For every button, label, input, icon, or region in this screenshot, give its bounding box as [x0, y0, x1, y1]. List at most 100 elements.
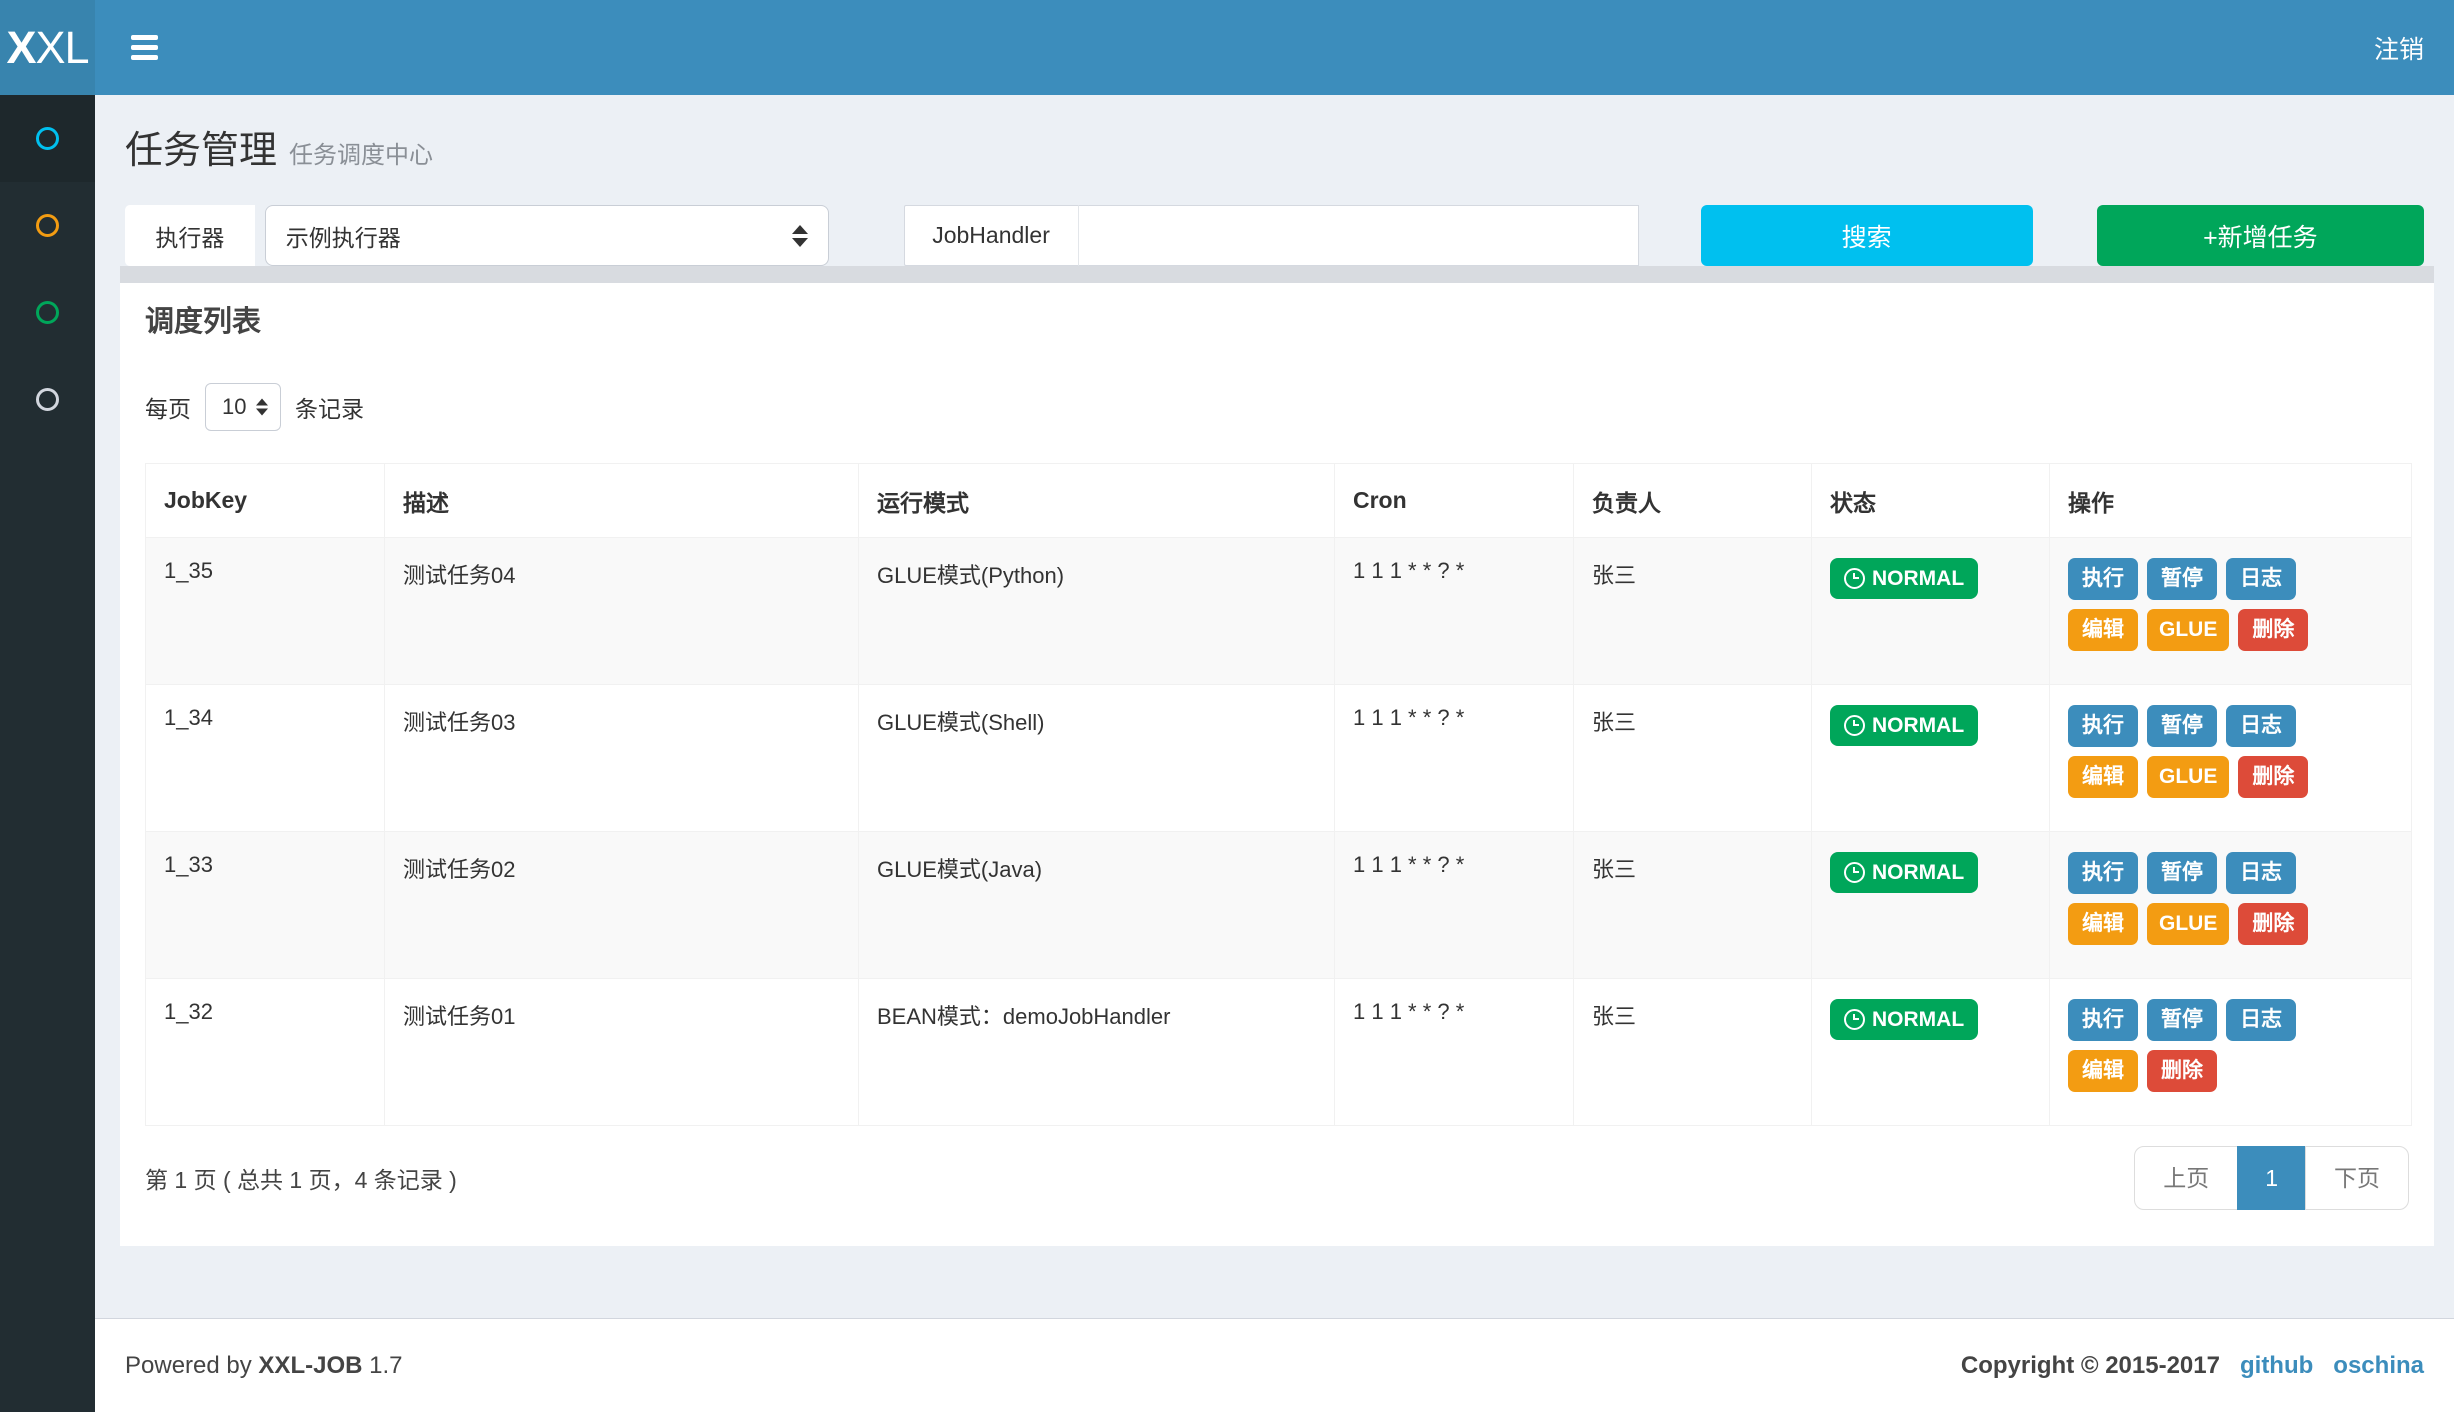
status-badge: NORMAL — [1830, 999, 1978, 1040]
status-text: NORMAL — [1872, 1009, 1964, 1030]
cell-owner: 张三 — [1574, 538, 1812, 685]
per-page-control: 每页 10 条记录 — [145, 383, 2409, 431]
logout-link[interactable]: 注销 — [2374, 36, 2424, 64]
action-buttons: 执行 暂停 日志 编辑 GLUE 删除 — [2068, 705, 2328, 798]
log-button[interactable]: 日志 — [2226, 999, 2296, 1041]
cell-cron: 1 1 1 * * ? * — [1335, 832, 1574, 979]
col-desc: 描述 — [385, 464, 859, 538]
sidebar-item-dispatch-log[interactable] — [0, 182, 95, 269]
per-page-select[interactable]: 10 — [205, 383, 281, 431]
sidebar-item-help[interactable] — [0, 356, 95, 443]
clock-icon — [1844, 1009, 1865, 1030]
edit-button[interactable]: 编辑 — [2068, 1050, 2138, 1092]
sidebar-toggle-button[interactable] — [125, 25, 164, 70]
product-name: XXL-JOB — [258, 1352, 362, 1379]
log-button[interactable]: 日志 — [2226, 558, 2296, 600]
glue-button[interactable]: GLUE — [2147, 903, 2229, 945]
jobhandler-label: JobHandler — [904, 205, 1079, 266]
glue-button[interactable]: GLUE — [2147, 756, 2229, 798]
sidebar-item-job-manage[interactable] — [0, 95, 95, 182]
status-badge: NORMAL — [1830, 558, 1978, 599]
edit-button[interactable]: 编辑 — [2068, 903, 2138, 945]
cell-status: NORMAL — [1812, 979, 2050, 1126]
copyright-text: Copyright © 2015-2017 — [1961, 1352, 2220, 1380]
delete-button[interactable]: 删除 — [2238, 756, 2308, 798]
cell-cron: 1 1 1 * * ? * — [1335, 979, 1574, 1126]
hamburger-icon — [131, 55, 158, 60]
current-page-button[interactable]: 1 — [2237, 1146, 2306, 1210]
edit-button[interactable]: 编辑 — [2068, 756, 2138, 798]
page-footer: Powered by XXL-JOB 1.7 Copyright © 2015-… — [95, 1318, 2454, 1412]
main-content: 任务管理任务调度中心 执行器 示例执行器 JobHandler 搜索 +新增任务… — [95, 95, 2454, 1246]
top-navbar: XXL 注销 — [0, 0, 2454, 95]
oschina-link[interactable]: oschina — [2333, 1352, 2424, 1380]
cell-desc: 测试任务04 — [385, 538, 859, 685]
status-text: NORMAL — [1872, 862, 1964, 883]
hamburger-icon — [131, 45, 158, 50]
delete-button[interactable]: 删除 — [2147, 1050, 2217, 1092]
next-page-button[interactable]: 下页 — [2305, 1146, 2409, 1210]
cell-mode: GLUE模式(Java) — [859, 832, 1335, 979]
prev-page-button[interactable]: 上页 — [2134, 1146, 2238, 1210]
cell-actions: 执行 暂停 日志 编辑 删除 — [2050, 979, 2412, 1126]
per-page-prefix: 每页 — [145, 390, 191, 424]
pause-button[interactable]: 暂停 — [2147, 852, 2217, 894]
table-row: 1_33 测试任务02 GLUE模式(Java) 1 1 1 * * ? * 张… — [146, 832, 2412, 979]
select-arrows-icon — [792, 225, 808, 247]
logo-text-bold: X — [6, 22, 35, 74]
run-button[interactable]: 执行 — [2068, 705, 2138, 747]
action-buttons: 执行 暂停 日志 编辑 删除 — [2068, 999, 2328, 1092]
cell-desc: 测试任务03 — [385, 685, 859, 832]
col-jobkey: JobKey — [146, 464, 385, 538]
cell-actions: 执行 暂停 日志 编辑 GLUE 删除 — [2050, 685, 2412, 832]
run-button[interactable]: 执行 — [2068, 999, 2138, 1041]
pause-button[interactable]: 暂停 — [2147, 558, 2217, 600]
pagination-controls: 上页 1 下页 — [2134, 1146, 2409, 1210]
run-button[interactable]: 执行 — [2068, 558, 2138, 600]
edit-button[interactable]: 编辑 — [2068, 609, 2138, 651]
log-button[interactable]: 日志 — [2226, 852, 2296, 894]
pause-button[interactable]: 暂停 — [2147, 999, 2217, 1041]
executor-select[interactable]: 示例执行器 — [265, 205, 829, 266]
cell-jobkey: 1_35 — [146, 538, 385, 685]
github-link[interactable]: github — [2240, 1352, 2313, 1380]
status-text: NORMAL — [1872, 715, 1964, 736]
cell-desc: 测试任务02 — [385, 832, 859, 979]
cell-owner: 张三 — [1574, 832, 1812, 979]
log-button[interactable]: 日志 — [2226, 705, 2296, 747]
cell-mode: BEAN模式：demoJobHandler — [859, 979, 1335, 1126]
action-buttons: 执行 暂停 日志 编辑 GLUE 删除 — [2068, 852, 2328, 945]
search-button[interactable]: 搜索 — [1701, 205, 2033, 266]
pagination-row: 第 1 页 ( 总共 1 页，4 条记录 ) 上页 1 下页 — [145, 1146, 2409, 1210]
footer-right: Copyright © 2015-2017 github oschina — [1961, 1352, 2424, 1380]
sidebar — [0, 95, 95, 1412]
clock-icon — [1844, 568, 1865, 589]
sidebar-item-glue[interactable] — [0, 269, 95, 356]
jobhandler-group: JobHandler — [904, 205, 1639, 266]
cell-owner: 张三 — [1574, 979, 1812, 1126]
add-job-button[interactable]: +新增任务 — [2097, 205, 2424, 266]
cell-mode: GLUE模式(Python) — [859, 538, 1335, 685]
clock-icon — [1844, 862, 1865, 883]
cell-cron: 1 1 1 * * ? * — [1335, 538, 1574, 685]
panel-top-shadow — [120, 266, 2434, 283]
jobhandler-input[interactable] — [1079, 205, 1639, 266]
cell-cron: 1 1 1 * * ? * — [1335, 685, 1574, 832]
content-header: 任务管理任务调度中心 — [95, 95, 2454, 177]
delete-button[interactable]: 删除 — [2238, 903, 2308, 945]
cell-status: NORMAL — [1812, 832, 2050, 979]
jobs-table: JobKey 描述 运行模式 Cron 负责人 状态 操作 1_35 测试任务0… — [145, 463, 2412, 1126]
schedule-list-panel: 调度列表 每页 10 条记录 JobKey 描述 运行模式 Cron 负责人 — [120, 283, 2434, 1246]
delete-button[interactable]: 删除 — [2238, 609, 2308, 651]
clock-icon — [1844, 715, 1865, 736]
glue-button[interactable]: GLUE — [2147, 609, 2229, 651]
app-logo[interactable]: XXL — [0, 0, 95, 95]
table-row: 1_34 测试任务03 GLUE模式(Shell) 1 1 1 * * ? * … — [146, 685, 2412, 832]
run-button[interactable]: 执行 — [2068, 852, 2138, 894]
pause-button[interactable]: 暂停 — [2147, 705, 2217, 747]
status-badge: NORMAL — [1830, 705, 1978, 746]
circle-outline-icon — [36, 214, 59, 237]
product-version: 1.7 — [369, 1352, 402, 1379]
col-owner: 负责人 — [1574, 464, 1812, 538]
powered-prefix: Powered by — [125, 1352, 252, 1379]
